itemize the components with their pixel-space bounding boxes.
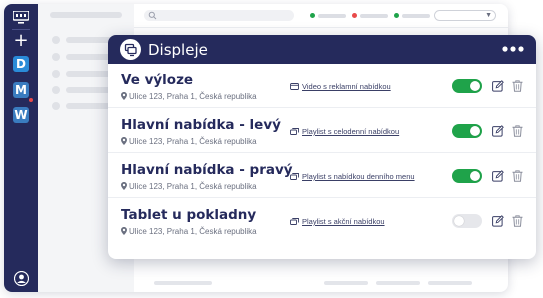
content-label: Playlist s celodenní nabídkou [302, 127, 400, 136]
search-input[interactable] [144, 10, 294, 21]
workspace-rail: + D M W [4, 4, 38, 292]
status-dot-red [352, 13, 357, 18]
assigned-content-link[interactable]: Playlist s nabídkou denního menu [290, 172, 415, 181]
footer-placeholder [428, 281, 472, 285]
display-enabled-toggle[interactable] [452, 79, 482, 93]
display-name: Hlavní nabídka - levý [121, 117, 281, 133]
display-icon [120, 39, 141, 60]
placeholder-dot [52, 102, 60, 110]
display-address: Ulice 123, Praha 1, Česká republika [121, 227, 257, 236]
display-name: Hlavní nabídka - pravý [121, 162, 293, 178]
trash-icon[interactable] [512, 215, 523, 227]
top-select-dropdown[interactable]: ▼ [434, 10, 496, 21]
content-label: Playlist s nabídkou denního menu [302, 172, 415, 181]
display-address: Ulice 123, Praha 1, Česká republika [121, 182, 257, 191]
status-dot-green [394, 13, 399, 18]
status-placeholder [360, 14, 388, 18]
location-pin-icon [121, 182, 127, 190]
chevron-down-icon: ▼ [485, 12, 492, 19]
location-pin-icon [121, 137, 127, 145]
display-row[interactable]: Tablet u pokladny Ulice 123, Praha 1, Če… [108, 199, 536, 243]
footer-placeholder [376, 281, 420, 285]
display-name: Ve výloze [121, 72, 194, 88]
trash-icon[interactable] [512, 80, 523, 92]
displays-panel: Displeje Ve výloze Ulice 123, Praha 1, Č… [108, 35, 536, 259]
footer-placeholder [154, 281, 212, 285]
workspace-w[interactable]: W [13, 107, 29, 123]
workspace-m[interactable]: M [13, 82, 29, 98]
toggle-knob [470, 81, 480, 91]
display-enabled-toggle[interactable] [452, 124, 482, 138]
status-dot-green [310, 13, 315, 18]
app-logo-icon [13, 11, 29, 24]
content-label: Playlist s akční nabídkou [302, 217, 385, 226]
add-workspace-icon[interactable]: + [13, 32, 29, 50]
status-placeholder [402, 14, 430, 18]
playlist-icon [290, 173, 299, 180]
placeholder-dot [52, 70, 60, 78]
display-name: Tablet u pokladny [121, 207, 257, 223]
display-address: Ulice 123, Praha 1, Česká republika [121, 137, 257, 146]
toggle-knob [454, 216, 464, 226]
display-enabled-toggle[interactable] [452, 214, 482, 228]
playlist-icon [290, 128, 299, 135]
assigned-content-link[interactable]: Playlist s celodenní nabídkou [290, 127, 399, 136]
address-text: Ulice 123, Praha 1, Česká republika [129, 92, 257, 101]
placeholder-bar [50, 12, 122, 18]
placeholder-dot [52, 36, 60, 44]
trash-icon[interactable] [512, 125, 523, 137]
toggle-knob [470, 171, 480, 181]
search-icon [148, 11, 157, 20]
address-text: Ulice 123, Praha 1, Česká republika [129, 227, 257, 236]
edit-icon[interactable] [492, 125, 504, 137]
location-pin-icon [121, 92, 127, 100]
placeholder-dot [52, 53, 60, 61]
panel-header: Displeje [108, 35, 536, 64]
notification-dot [29, 98, 33, 102]
assigned-content-link[interactable]: Playlist s akční nabídkou [290, 217, 385, 226]
toggle-knob [470, 126, 480, 136]
content-label: Video s reklamní nabídkou [302, 82, 391, 91]
trash-icon[interactable] [512, 170, 523, 182]
address-text: Ulice 123, Praha 1, Česká republika [129, 137, 257, 146]
video-icon [290, 83, 299, 90]
stage: + D M W ▼ Displeje Ve výloze Ulice 123, … [0, 0, 543, 298]
more-horizontal-icon[interactable] [502, 46, 524, 52]
display-enabled-toggle[interactable] [452, 169, 482, 183]
assigned-content-link[interactable]: Video s reklamní nabídkou [290, 82, 391, 91]
placeholder-dot [52, 86, 60, 94]
display-row[interactable]: Hlavní nabídka - pravý Ulice 123, Praha … [108, 154, 536, 198]
playlist-icon [290, 218, 299, 225]
workspace-d[interactable]: D [13, 56, 29, 72]
location-pin-icon [121, 227, 127, 235]
address-text: Ulice 123, Praha 1, Česká republika [129, 182, 257, 191]
user-avatar-icon[interactable] [14, 271, 29, 286]
display-row[interactable]: Ve výloze Ulice 123, Praha 1, Česká repu… [108, 64, 536, 108]
display-address: Ulice 123, Praha 1, Česká republika [121, 92, 257, 101]
top-bar: ▼ [134, 4, 508, 28]
status-placeholder [318, 14, 346, 18]
edit-icon[interactable] [492, 215, 504, 227]
edit-icon[interactable] [492, 170, 504, 182]
display-row[interactable]: Hlavní nabídka - levý Ulice 123, Praha 1… [108, 109, 536, 153]
panel-title: Displeje [148, 41, 208, 59]
footer-placeholder [324, 281, 368, 285]
edit-icon[interactable] [492, 80, 504, 92]
